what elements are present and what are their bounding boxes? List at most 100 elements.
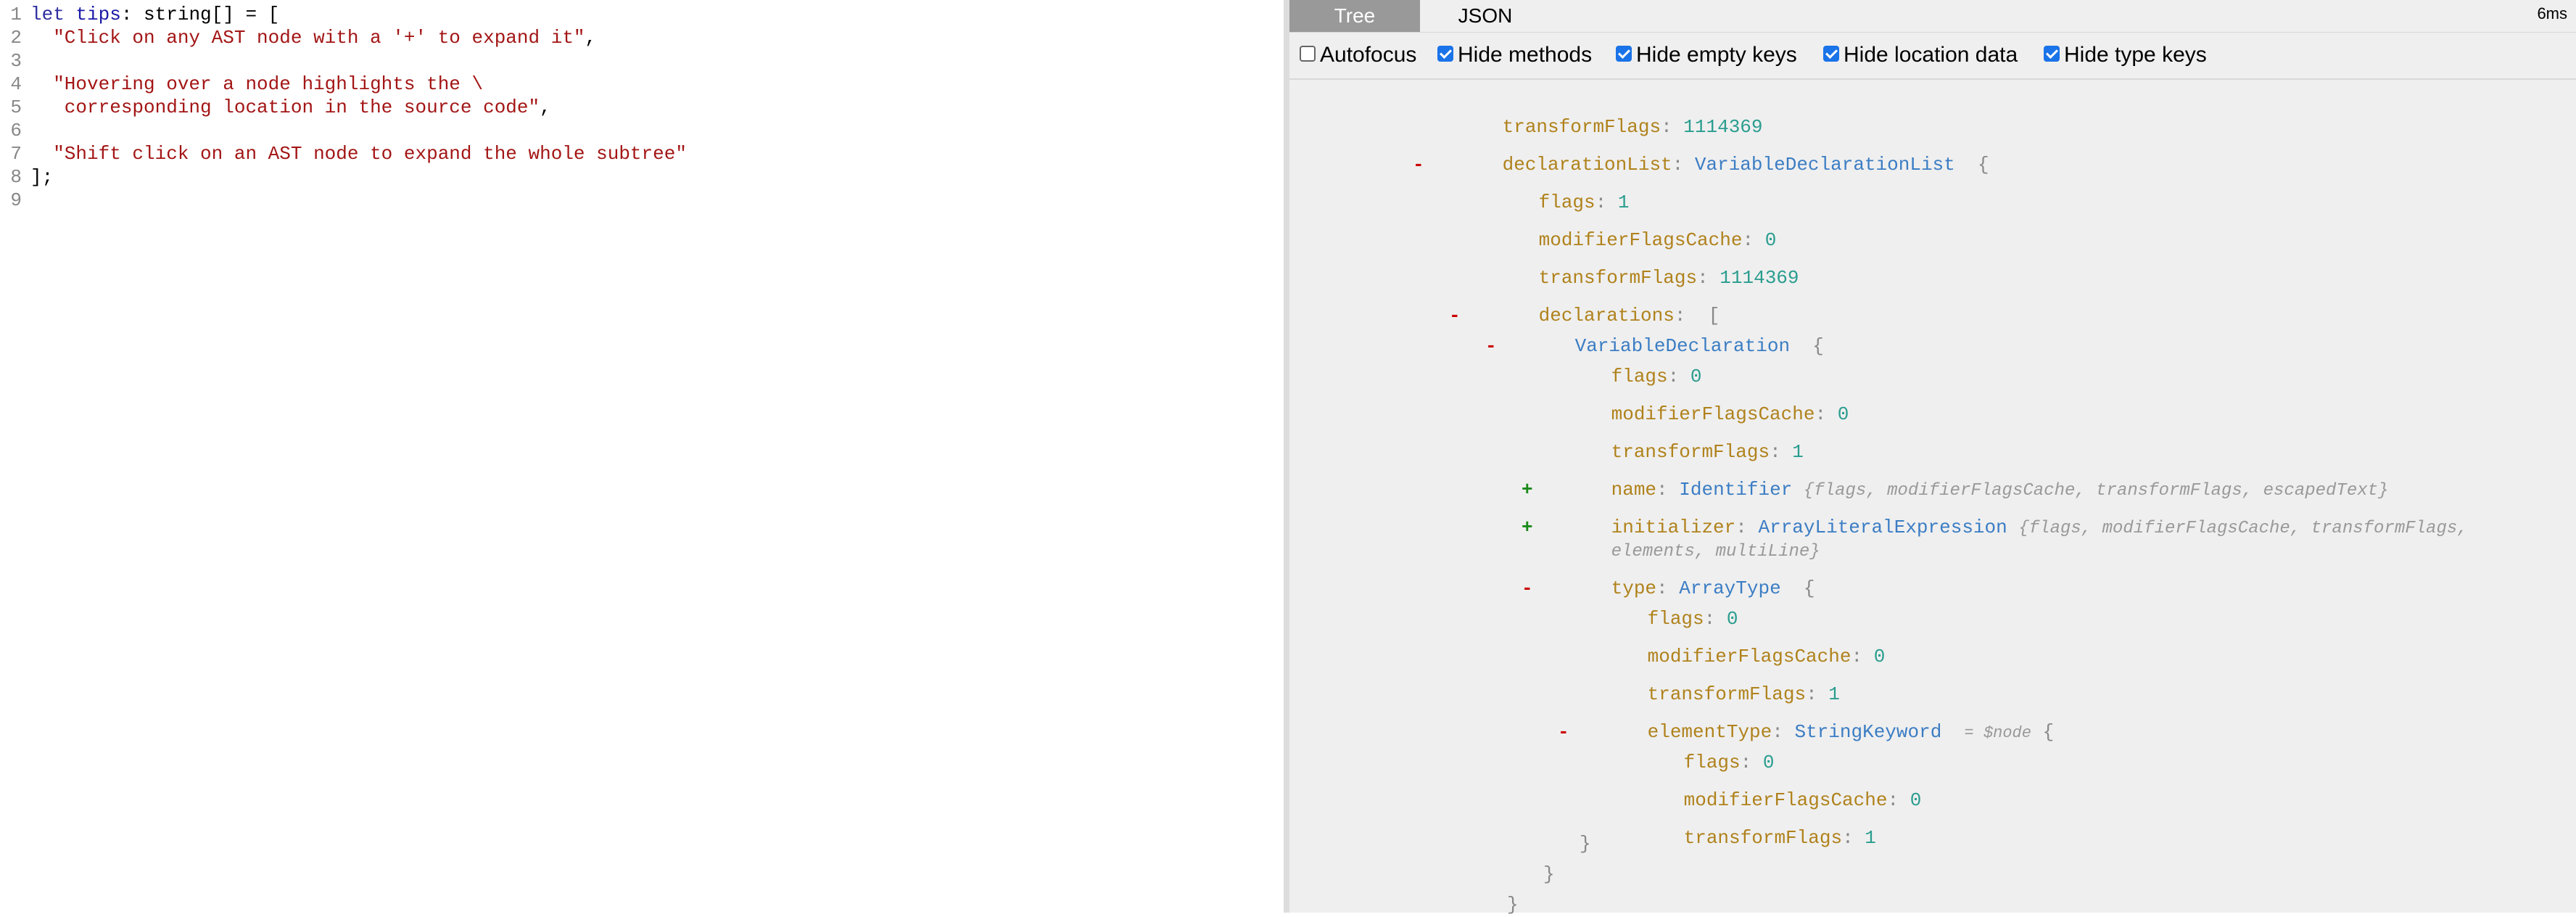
code-line[interactable]: 1 let tips: string[] = [ bbox=[0, 3, 279, 26]
close-brace: } bbox=[1543, 863, 1555, 885]
prop-value: 1114369 bbox=[1720, 267, 1799, 289]
open-brace: { bbox=[1812, 335, 1824, 357]
tree-node-initializer[interactable]: + initializer: ArrayLiteralExpression {fl… bbox=[1522, 490, 2468, 538]
open-brace: { bbox=[1803, 577, 1815, 599]
autofocus-label: Autofocus bbox=[1320, 43, 1417, 67]
open-brace: { bbox=[2042, 721, 2055, 743]
code-token: ]; bbox=[30, 166, 54, 188]
hide-location-data-label: Hide location data bbox=[1844, 43, 2018, 67]
tree-node-declarations[interactable]: - declarations: [ bbox=[1449, 279, 1720, 326]
node-summary: {flags, modifierFlagsCache, transformFla… bbox=[2018, 519, 2468, 538]
prop-key: transformFlags bbox=[1683, 827, 1843, 849]
code-token: : string[] = [ bbox=[120, 4, 280, 25]
autofocus-checkbox[interactable] bbox=[1300, 46, 1316, 62]
collapse-toggle[interactable]: - bbox=[1413, 152, 1424, 177]
close-brace: } bbox=[1580, 833, 1591, 855]
tree-node-variable-declaration[interactable]: - VariableDeclaration { bbox=[1485, 309, 1824, 357]
parse-time: 6ms bbox=[2537, 4, 2567, 22]
hide-methods-label: Hide methods bbox=[1458, 43, 1593, 67]
tree-prop-transform-flags[interactable]: transformFlags: 1114369 bbox=[1471, 241, 1799, 289]
hide-type-keys-option[interactable]: Hide type keys bbox=[2044, 41, 2207, 70]
tree-prop-flags[interactable]: flags: 0 bbox=[1616, 725, 1775, 773]
line-number: 3 bbox=[10, 50, 22, 72]
prop-value: 0 bbox=[1837, 403, 1849, 425]
tree-prop-modifier-flags-cache[interactable]: modifierFlagsCache: 0 bbox=[1471, 203, 1777, 251]
code-text: "Shift click on an AST node to expand th… bbox=[22, 142, 687, 165]
code-line[interactable]: 7 "Shift click on an AST node to expand … bbox=[0, 142, 687, 165]
code-line[interactable]: 8]; bbox=[0, 165, 53, 189]
tree-prop-flags[interactable]: flags: 0 bbox=[1543, 340, 1702, 387]
hide-empty-keys-option[interactable]: Hide empty keys bbox=[1616, 41, 1797, 70]
code-token: "Hovering over a node highlights the \ bbox=[30, 73, 484, 95]
line-number: 7 bbox=[10, 143, 22, 165]
hide-location-data-option[interactable]: Hide location data bbox=[1823, 41, 2018, 70]
tree-prop-transform-flags[interactable]: transformFlags: 1114369 bbox=[1434, 90, 1763, 138]
tree-prop-modifier-flags-cache[interactable]: modifierFlagsCache: 0 bbox=[1543, 377, 1849, 425]
autofocus-option[interactable]: Autofocus bbox=[1300, 41, 1416, 70]
tree-prop-transform-flags[interactable]: transformFlags: 1 bbox=[1616, 801, 1876, 849]
tree-prop-transform-flags[interactable]: transformFlags: 1 bbox=[1543, 415, 1804, 463]
tree-options-toolbar: Autofocus Hide methods Hide empty keys H… bbox=[1289, 35, 2576, 75]
collapse-toggle[interactable]: - bbox=[1449, 303, 1461, 328]
node-type: StringKeyword bbox=[1794, 721, 1942, 743]
close-brace: } bbox=[1507, 894, 1519, 916]
code-editor[interactable]: 1 let tips: string[] = [2 "Click on any A… bbox=[0, 0, 1284, 913]
node-ref-note: = $node bbox=[1964, 724, 2031, 742]
tree-prop-transform-flags[interactable]: transformFlags: 1 bbox=[1580, 657, 1840, 705]
line-number: 9 bbox=[10, 189, 22, 211]
code-line[interactable]: 4 "Hovering over a node highlights the \ bbox=[0, 73, 483, 96]
hide-empty-keys-label: Hide empty keys bbox=[1636, 43, 1797, 67]
code-line[interactable]: 6 bbox=[0, 119, 30, 142]
line-number: 6 bbox=[10, 120, 22, 141]
code-text: let tips: string[] = [ bbox=[22, 3, 279, 26]
tree-prop-flags[interactable]: flags: 1 bbox=[1471, 165, 1630, 213]
tab-json[interactable]: JSON bbox=[1420, 0, 1551, 32]
code-text: "Click on any AST node with a '+' to exp… bbox=[22, 26, 596, 49]
expand-toggle[interactable]: + bbox=[1522, 477, 1533, 502]
line-number: 8 bbox=[10, 166, 22, 188]
prop-value: 0 bbox=[1910, 789, 1922, 811]
code-text: ]; bbox=[22, 165, 53, 189]
code-line[interactable]: 5 corresponding location in the source c… bbox=[0, 96, 551, 119]
code-token: , bbox=[585, 27, 597, 49]
tree-node-element-type[interactable]: - elementType: StringKeyword = $node { bbox=[1558, 695, 2054, 743]
hide-empty-keys-checkbox[interactable] bbox=[1616, 46, 1632, 62]
tree-prop-modifier-flags-cache[interactable]: modifierFlagsCache: 0 bbox=[1580, 620, 1886, 667]
line-number: 2 bbox=[10, 27, 22, 49]
collapse-toggle[interactable]: - bbox=[1485, 334, 1497, 358]
code-token: , bbox=[540, 96, 551, 118]
hide-type-keys-checkbox[interactable] bbox=[2044, 46, 2060, 62]
code-token: let bbox=[30, 4, 76, 25]
node-type: VariableDeclarationList bbox=[1694, 154, 1955, 176]
prop-value: 0 bbox=[1873, 646, 1886, 667]
hide-location-data-checkbox[interactable] bbox=[1823, 46, 1839, 62]
tree-node-type[interactable]: - type: ArrayType { bbox=[1522, 551, 1815, 599]
collapse-toggle[interactable]: - bbox=[1522, 576, 1533, 601]
code-token: corresponding location in the source cod… bbox=[30, 96, 540, 118]
expand-toggle[interactable]: + bbox=[1522, 515, 1533, 540]
tree-node-name[interactable]: + name: Identifier {flags, modifierFlagsC… bbox=[1522, 453, 2388, 501]
code-line[interactable]: 3 bbox=[0, 49, 30, 73]
tab-tree[interactable]: Tree bbox=[1289, 0, 1420, 32]
code-text: "Hovering over a node highlights the \ bbox=[22, 73, 483, 96]
hide-methods-option[interactable]: Hide methods bbox=[1437, 41, 1592, 70]
open-brace: { bbox=[1977, 154, 1989, 176]
prop-value: 1 bbox=[1865, 827, 1876, 849]
tree-node-initializer-summary-cont: elements, multiLine} bbox=[1543, 514, 1820, 562]
collapse-toggle[interactable]: - bbox=[1558, 720, 1569, 744]
tree-node-declaration-list[interactable]: - declarationList: VariableDeclarationLis… bbox=[1413, 128, 1989, 176]
line-number: 4 bbox=[10, 73, 22, 95]
tree-prop-flags[interactable]: flags: 0 bbox=[1580, 582, 1738, 630]
code-text: corresponding location in the source cod… bbox=[22, 96, 551, 119]
pane-divider[interactable] bbox=[1284, 0, 1289, 913]
code-token: tips bbox=[75, 4, 121, 25]
line-number: 1 bbox=[10, 4, 22, 25]
output-pane: Tree JSON 6ms Autofocus Hide methods Hid… bbox=[1289, 0, 2576, 916]
hide-type-keys-label: Hide type keys bbox=[2064, 43, 2207, 67]
code-line[interactable]: 9 bbox=[0, 189, 30, 212]
hide-methods-checkbox[interactable] bbox=[1437, 46, 1453, 62]
code-line[interactable]: 2 "Click on any AST node with a '+' to e… bbox=[0, 26, 596, 49]
code-token: "Click on any AST node with a '+' to exp… bbox=[30, 27, 585, 49]
tree-prop-modifier-flags-cache[interactable]: modifierFlagsCache: 0 bbox=[1616, 763, 1922, 811]
ast-tree: transformFlags: 1114369 - declarationList… bbox=[1289, 78, 2576, 916]
